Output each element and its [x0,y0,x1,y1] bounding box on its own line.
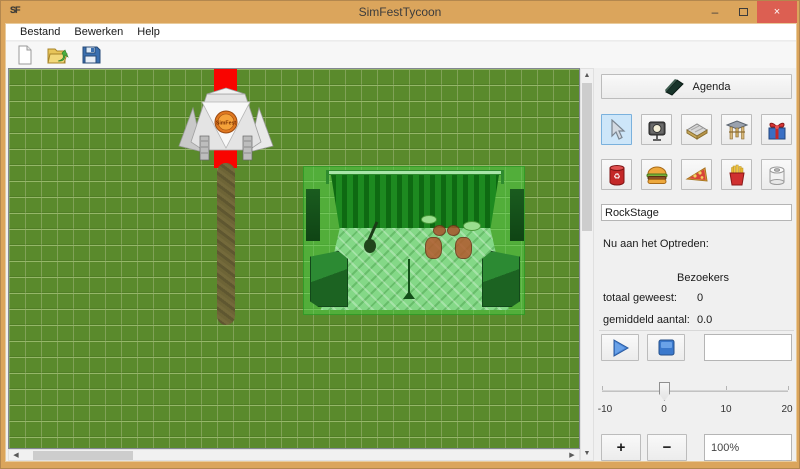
guitar [360,221,382,255]
zoom-out-button[interactable]: − [647,434,687,461]
open-file-icon [47,45,69,65]
average-visitors-value: 0.0 [697,314,712,326]
horizontal-scrollbar[interactable]: ◀ ▶ [8,449,580,461]
svg-text:♻: ♻ [613,172,620,181]
maximize-button[interactable] [729,1,757,23]
pizza-icon [685,165,709,185]
toolbar [6,42,796,68]
tent[interactable]: SimFest [177,86,275,163]
agenda-label: Agenda [693,81,731,93]
speed-slider[interactable] [602,382,788,402]
horizontal-scroll-thumb[interactable] [33,451,133,460]
tent-speaker-right [243,136,252,160]
average-visitors-label: gemiddeld aantal: [603,314,690,326]
stage-platform-icon [685,120,709,140]
zoom-controls: + − 100% [601,434,792,461]
tool-toilet-button[interactable] [761,159,792,190]
scroll-left-arrow[interactable]: ◀ [9,450,23,460]
light-rig-right [510,189,524,241]
titlebar: SF SimFestTycoon – × [1,1,799,23]
trash-bin-icon: ♻ [607,164,627,186]
tool-select-button[interactable] [601,114,632,145]
mic-stand [403,259,415,301]
scroll-up-arrow[interactable]: ▲ [581,69,593,82]
vertical-scroll-thumb[interactable] [582,83,592,231]
play-button[interactable] [601,334,639,361]
maximize-icon [739,8,748,16]
burger-icon [645,165,669,185]
drum-kit [419,213,483,265]
svg-text:SimFest: SimFest [216,121,236,127]
now-playing-display[interactable] [704,334,792,361]
zoom-in-button[interactable]: + [601,434,641,461]
close-button[interactable]: × [757,1,797,23]
menu-help[interactable]: Help [130,25,167,39]
app-icon: SF [10,5,25,19]
tool-entrance-button[interactable] [721,114,752,145]
fries-icon [727,164,747,186]
play-icon [610,338,630,358]
tool-spotlight-button[interactable] [641,114,672,145]
stage-speaker-left [310,251,348,307]
save-file-icon [81,45,101,65]
stage-speaker-right [482,251,520,307]
total-visitors-label: totaal geweest: [603,292,677,304]
window-title: SimFestTycoon [1,5,799,19]
new-file-icon [15,45,35,65]
tool-stage-button[interactable] [681,114,712,145]
stop-button[interactable] [647,334,685,361]
open-file-button[interactable] [47,44,69,66]
stage-rockstage[interactable] [303,166,525,315]
content-area: Bestand Bewerken Help [5,23,797,462]
stage-name-input[interactable] [601,204,792,221]
new-file-button[interactable] [14,44,36,66]
gift-icon [766,119,788,141]
toilet-roll-icon [767,164,787,186]
entrance-gate-icon [725,119,749,141]
dirt-path[interactable] [217,163,235,325]
menu-bestand[interactable]: Bestand [13,25,67,39]
tool-row-amenities: ♻ [601,159,792,190]
total-visitors-value: 0 [697,292,703,304]
menu-bewerken[interactable]: Bewerken [67,25,130,39]
scroll-down-arrow[interactable]: ▼ [581,447,593,460]
tool-trash-button[interactable]: ♻ [601,159,632,190]
side-panel: Agenda [599,68,794,461]
scroll-right-arrow[interactable]: ▶ [565,450,579,460]
stop-icon [658,339,675,356]
zoom-level-display[interactable]: 100% [704,434,792,461]
tool-fries-button[interactable] [721,159,752,190]
slider-tick-labels: -10 0 10 20 [599,404,791,416]
menubar: Bestand Bewerken Help [6,24,796,41]
slider-thumb[interactable] [659,382,670,401]
transport-controls [601,334,792,361]
slider-track[interactable] [602,390,788,392]
festival-map-canvas[interactable]: SimFest [8,68,580,449]
spotlight-icon [646,119,668,141]
cursor-icon [607,119,627,141]
tool-pizza-button[interactable] [681,159,712,190]
tent-speaker-left [200,136,209,160]
tool-burger-button[interactable] [641,159,672,190]
visitors-header: Bezoekers [677,272,729,284]
light-rig-left [306,189,320,241]
panel-divider [599,330,794,331]
stage-truss [326,170,504,175]
save-file-button[interactable] [80,44,102,66]
agenda-button[interactable]: Agenda [601,74,792,99]
minimize-button[interactable]: – [701,1,729,23]
now-playing-label: Nu aan het Optreden: [603,238,709,250]
app-window: SF SimFestTycoon – × Bestand Bewerken He… [0,0,800,469]
agenda-book-icon [663,78,685,96]
tool-row-structures [601,114,792,145]
vertical-scrollbar[interactable]: ▲ ▼ [580,68,594,461]
tool-gift-button[interactable] [761,114,792,145]
